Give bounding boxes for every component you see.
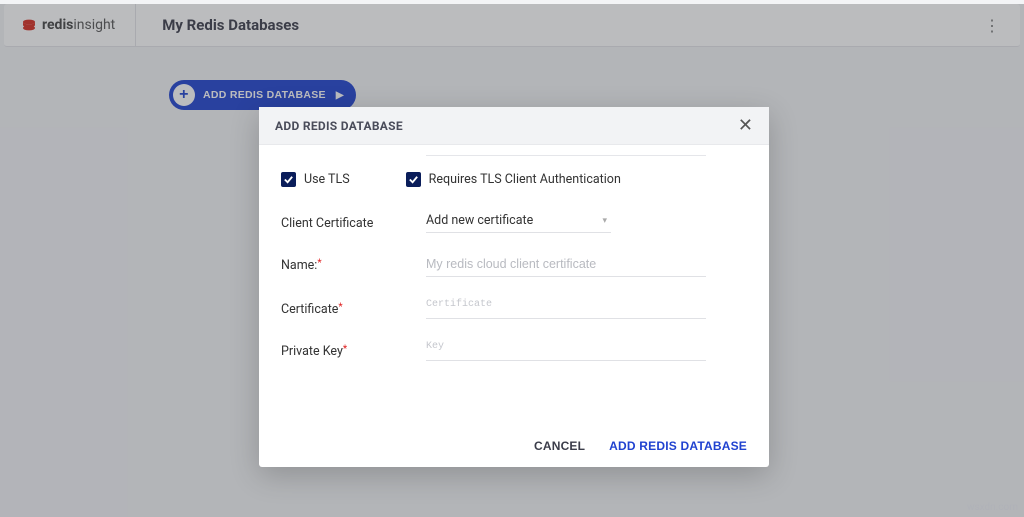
submit-button[interactable]: ADD REDIS DATABASE: [609, 439, 747, 453]
client-certificate-select-value: Add new certificate: [426, 213, 533, 228]
use-tls-checkbox[interactable]: [281, 172, 296, 187]
certificate-name-row: Name:*: [281, 253, 747, 277]
certificate-label: Certificate*: [281, 297, 426, 317]
certificate-input[interactable]: [426, 297, 706, 319]
requires-tls-client-auth-label: Requires TLS Client Authentication: [429, 172, 621, 187]
close-icon[interactable]: ✕: [738, 117, 753, 135]
modal-footer: CANCEL ADD REDIS DATABASE: [259, 429, 769, 467]
modal-title: ADD REDIS DATABASE: [275, 119, 403, 133]
client-certificate-label: Client Certificate: [281, 211, 426, 231]
watermark: wsxdn.com: [967, 502, 1018, 513]
certificate-name-input[interactable]: [426, 253, 706, 277]
certificate-row: Certificate*: [281, 297, 747, 319]
client-certificate-row: Client Certificate Add new certificate ▾: [281, 211, 747, 233]
client-certificate-select[interactable]: Add new certificate ▾: [426, 211, 611, 233]
certificate-name-label: Name:*: [281, 253, 426, 273]
private-key-row: Private Key*: [281, 339, 747, 361]
use-tls-label: Use TLS: [304, 172, 350, 187]
private-key-label: Private Key*: [281, 339, 426, 359]
requires-tls-client-auth-checkbox[interactable]: [406, 172, 421, 187]
divider: [426, 155, 706, 156]
add-database-modal: ADD REDIS DATABASE ✕ Use TLS Requires TL…: [259, 107, 769, 467]
tls-options-row: Use TLS Requires TLS Client Authenticati…: [281, 172, 747, 187]
modal-header: ADD REDIS DATABASE ✕: [259, 107, 769, 145]
cancel-button[interactable]: CANCEL: [534, 439, 585, 453]
chevron-down-icon: ▾: [602, 216, 607, 226]
private-key-input[interactable]: [426, 339, 706, 361]
modal-body: Use TLS Requires TLS Client Authenticati…: [259, 145, 769, 429]
